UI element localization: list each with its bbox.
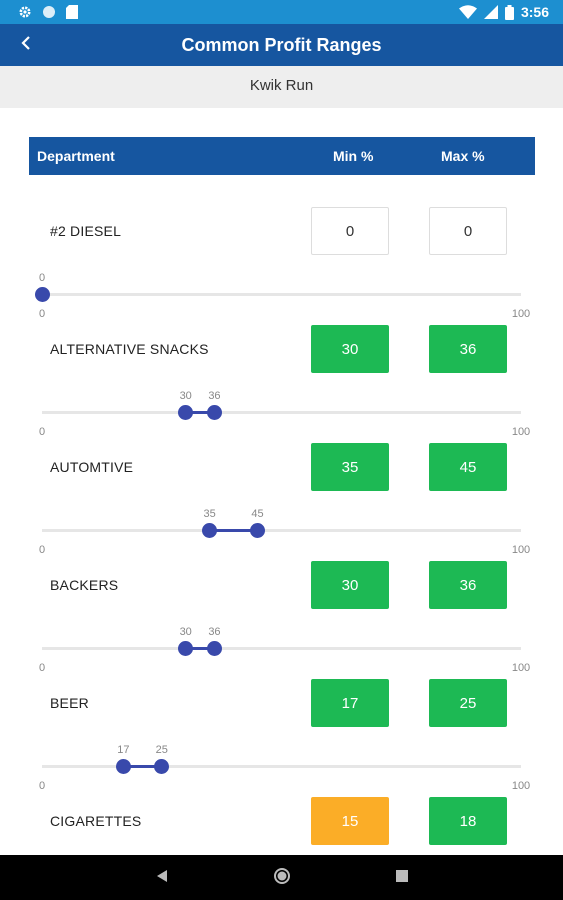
page-title: Common Profit Ranges bbox=[181, 35, 382, 55]
department-name: AUTOMTIVE bbox=[50, 459, 134, 475]
department-row: BACKERS 30 36 30 36 0 100 bbox=[0, 529, 563, 674]
slider-thumb-label: 0 bbox=[38, 272, 46, 284]
header-min: Min % bbox=[333, 148, 374, 164]
status-right-icons: 3:56 bbox=[458, 3, 549, 21]
department-name: CIGARETTES bbox=[50, 813, 142, 829]
header-max: Max % bbox=[441, 148, 485, 164]
max-percent-field[interactable]: 45 bbox=[429, 443, 507, 491]
nav-back-button[interactable] bbox=[150, 866, 174, 890]
status-bar: 3:56 bbox=[0, 0, 563, 24]
system-nav-bar bbox=[0, 855, 563, 900]
circle-icon bbox=[42, 5, 56, 19]
slider-max-thumb-label: 45 bbox=[251, 508, 264, 520]
department-row: #2 DIESEL 0 0 0 0 100 bbox=[0, 175, 563, 320]
header-department: Department bbox=[37, 148, 115, 164]
nav-recents-button[interactable] bbox=[390, 866, 414, 890]
slider-max-thumb-label: 36 bbox=[208, 626, 221, 638]
gear-icon bbox=[18, 5, 32, 19]
status-left-icons bbox=[18, 4, 78, 20]
department-name: BEER bbox=[50, 695, 89, 711]
department-name: ALTERNATIVE SNACKS bbox=[50, 341, 209, 357]
department-row: AUTOMTIVE 35 45 35 45 0 100 bbox=[0, 411, 563, 556]
sd-card-icon bbox=[66, 5, 78, 19]
home-circle-icon bbox=[273, 867, 291, 890]
department-name: #2 DIESEL bbox=[50, 223, 122, 239]
department-list[interactable]: #2 DIESEL 0 0 0 0 100 ALTERNATIVE SNACKS 30 36 30… bbox=[0, 175, 563, 855]
min-percent-field[interactable]: 30 bbox=[311, 325, 389, 373]
back-button[interactable] bbox=[10, 29, 42, 61]
app-bar: Common Profit Ranges bbox=[0, 24, 563, 66]
slider-max-thumb-label: 36 bbox=[208, 390, 221, 402]
slider-min-thumb-label: 30 bbox=[179, 390, 192, 402]
min-percent-field[interactable]: 17 bbox=[311, 679, 389, 727]
wifi-icon bbox=[458, 5, 477, 19]
slider-min-thumb-label: 30 bbox=[179, 626, 192, 638]
min-percent-field[interactable]: 35 bbox=[311, 443, 389, 491]
min-percent-field[interactable]: 0 bbox=[311, 207, 389, 255]
back-triangle-icon bbox=[156, 869, 168, 888]
department-row: BEER 17 25 17 25 0 100 bbox=[0, 647, 563, 792]
max-percent-field[interactable]: 0 bbox=[429, 207, 507, 255]
department-name: BACKERS bbox=[50, 577, 119, 593]
status-time: 3:56 bbox=[520, 4, 549, 20]
battery-icon bbox=[504, 4, 514, 20]
nav-home-button[interactable] bbox=[270, 866, 294, 890]
max-percent-field[interactable]: 36 bbox=[429, 325, 507, 373]
recents-square-icon bbox=[396, 869, 408, 887]
department-row: ALTERNATIVE SNACKS 30 36 30 36 0 100 bbox=[0, 293, 563, 438]
department-row: CIGARETTES151815180100 bbox=[0, 765, 563, 855]
slider-min-thumb-label: 35 bbox=[203, 508, 216, 520]
store-name: Kwik Run bbox=[249, 77, 314, 94]
max-percent-field[interactable]: 25 bbox=[429, 679, 507, 727]
max-percent-field[interactable]: 18 bbox=[429, 797, 507, 845]
min-percent-field[interactable]: 30 bbox=[311, 561, 389, 609]
table-header: Department Min % Max % bbox=[29, 137, 535, 175]
chevron-left-icon bbox=[20, 35, 32, 56]
min-percent-field[interactable]: 15 bbox=[311, 797, 389, 845]
signal-icon bbox=[483, 5, 498, 19]
slider-max-thumb-label: 25 bbox=[155, 744, 168, 756]
max-percent-field[interactable]: 36 bbox=[429, 561, 507, 609]
store-name-bar: Kwik Run bbox=[0, 66, 563, 108]
slider-min-thumb-label: 17 bbox=[117, 744, 130, 756]
